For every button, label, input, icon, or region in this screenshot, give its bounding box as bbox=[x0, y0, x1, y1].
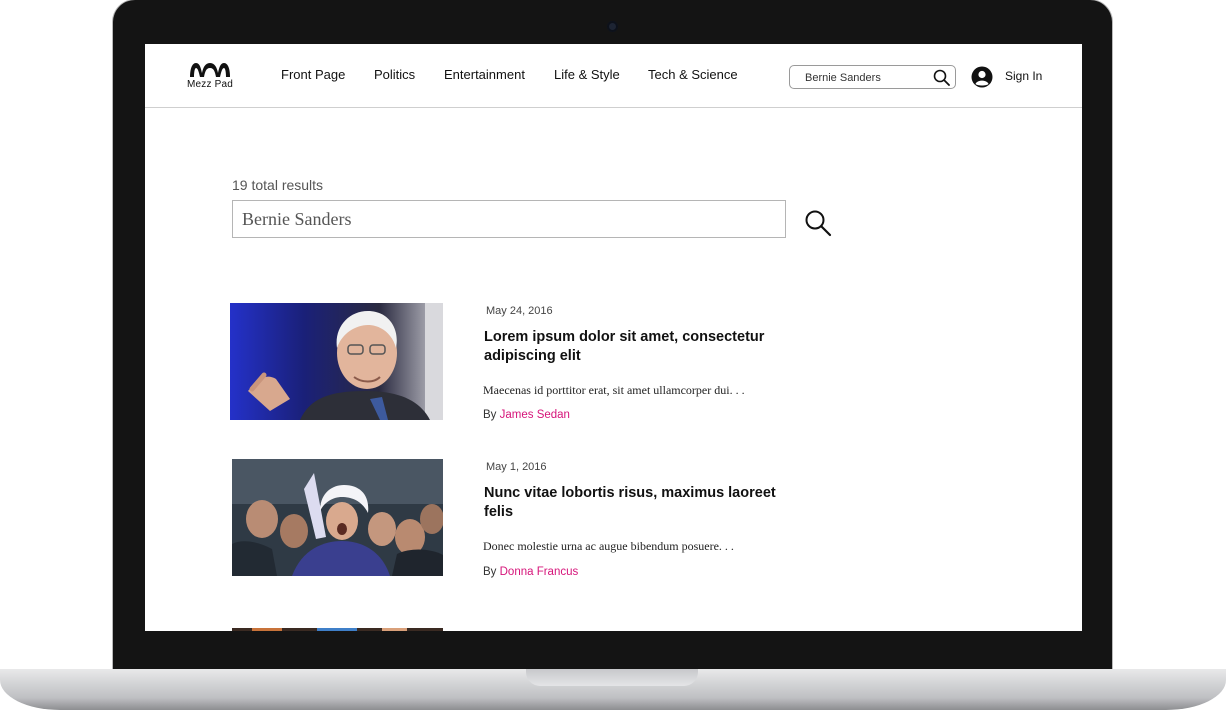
search-icon[interactable] bbox=[804, 209, 832, 242]
article-byline: By Donna Francus bbox=[483, 566, 578, 578]
article-title[interactable]: Nunc vitae lobortis risus, maximus laore… bbox=[484, 484, 784, 522]
nav-politics[interactable]: Politics bbox=[374, 67, 415, 82]
nav-entertainment[interactable]: Entertainment bbox=[444, 67, 525, 82]
article-date: May 1, 2016 bbox=[486, 461, 547, 473]
site-header: Mezz Pad Front Page Politics Entertainme… bbox=[145, 44, 1082, 108]
camera-icon bbox=[607, 21, 618, 32]
author-link[interactable]: James Sedan bbox=[500, 409, 570, 421]
author-link[interactable]: Donna Francus bbox=[500, 566, 579, 578]
byline-prefix: By bbox=[483, 409, 497, 421]
user-avatar-icon[interactable] bbox=[971, 66, 993, 88]
header-search-box bbox=[789, 65, 956, 89]
laptop-notch bbox=[526, 669, 698, 686]
article-thumbnail[interactable] bbox=[232, 459, 443, 576]
sign-in-link[interactable]: Sign In bbox=[1005, 69, 1042, 83]
byline-prefix: By bbox=[483, 566, 497, 578]
header-search-input[interactable] bbox=[805, 70, 925, 85]
article-title[interactable]: Lorem ipsum dolor sit amet, consectetur … bbox=[484, 328, 784, 366]
results-count: 19 total results bbox=[232, 177, 324, 193]
main-search-box bbox=[232, 200, 786, 238]
article-thumbnail[interactable] bbox=[232, 623, 443, 631]
article-byline: By James Sedan bbox=[483, 409, 570, 421]
main-search-input[interactable] bbox=[242, 208, 762, 230]
article-thumbnail[interactable] bbox=[230, 303, 443, 420]
nav-front-page[interactable]: Front Page bbox=[281, 67, 345, 82]
browser-screen: Mezz Pad Front Page Politics Entertainme… bbox=[145, 44, 1082, 631]
nav-life-style[interactable]: Life & Style bbox=[554, 67, 620, 82]
search-icon[interactable] bbox=[933, 69, 950, 91]
article-date: May 24, 2016 bbox=[486, 305, 553, 317]
article-excerpt: Maecenas id porttitor erat, sit amet ull… bbox=[483, 383, 745, 397]
nav-tech-science[interactable]: Tech & Science bbox=[648, 67, 738, 82]
logo-text: Mezz Pad bbox=[186, 79, 234, 90]
mustache-icon bbox=[190, 63, 230, 77]
site-logo[interactable]: Mezz Pad bbox=[183, 60, 237, 94]
article-excerpt: Donec molestie urna ac augue bibendum po… bbox=[483, 539, 734, 553]
